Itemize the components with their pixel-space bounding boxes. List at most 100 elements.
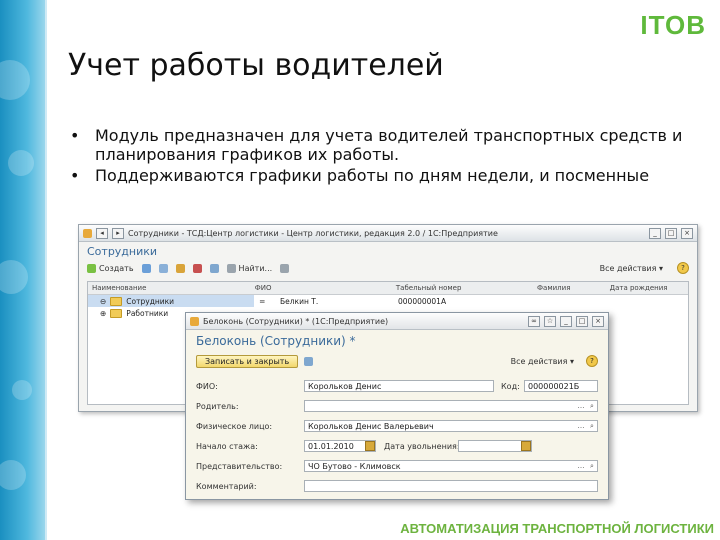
- select-dots-icon[interactable]: …: [576, 461, 586, 471]
- move-icon[interactable]: [209, 263, 219, 273]
- save-and-close-button[interactable]: Записать и закрыть: [196, 354, 299, 368]
- window-title: Сотрудники - ТСД:Центр логистики - Центр…: [128, 228, 498, 238]
- expand-icon[interactable]: ⊖: [100, 297, 106, 306]
- folder-add-icon[interactable]: [158, 263, 168, 273]
- division-label: Представительство:: [196, 461, 283, 471]
- fio-field[interactable]: Корольков Денис: [304, 380, 494, 392]
- calendar-icon[interactable]: [365, 441, 375, 451]
- maximize-icon[interactable]: □: [665, 227, 677, 239]
- comment-row: Комментарий:: [196, 479, 257, 493]
- start-row: Начало стажа:: [196, 439, 258, 453]
- column-header[interactable]: Наименование: [88, 284, 251, 292]
- column-header[interactable]: Фамилия: [533, 284, 606, 292]
- table-row[interactable]: ═ Белкин Т. 000000001А: [256, 295, 688, 307]
- zoom-icon[interactable]: [280, 263, 290, 273]
- row-code: 000000001А: [398, 296, 447, 306]
- minimize-icon[interactable]: _: [649, 227, 661, 239]
- search-icon: [226, 263, 236, 273]
- calendar-icon[interactable]: [521, 441, 531, 451]
- end-row: Дата увольнения:: [384, 439, 460, 453]
- column-header[interactable]: Дата рождения: [606, 284, 688, 292]
- left-decorative-bar: [0, 0, 47, 540]
- app-icon: [190, 316, 199, 326]
- person-row: Физическое лицо:: [196, 419, 272, 433]
- delete-icon[interactable]: [192, 263, 202, 273]
- parent-label: Родитель:: [196, 401, 239, 411]
- form-header: Белоконь (Сотрудники) *: [196, 334, 356, 348]
- decor-bubble: [12, 380, 32, 400]
- code-row: Код:: [501, 379, 520, 393]
- bullet-dot: •: [70, 126, 80, 145]
- tree-item-employees[interactable]: ⊖ Сотрудники: [88, 295, 254, 307]
- find-button[interactable]: Найти...: [226, 263, 273, 273]
- fio-label: ФИО:: [196, 381, 218, 391]
- back-arrow-icon[interactable]: ◂: [96, 227, 108, 239]
- all-actions-menu[interactable]: Все действия ▾: [511, 357, 574, 366]
- bullet-list: • Модуль предназначен для учета водителе…: [70, 126, 690, 187]
- brand-logo: ITOB: [640, 10, 706, 40]
- link-icon[interactable]: ∞: [528, 315, 540, 327]
- close-icon[interactable]: ×: [592, 315, 604, 327]
- open-search-icon[interactable]: ⌕: [587, 401, 597, 411]
- parent-row: Родитель:: [196, 399, 239, 413]
- decor-bubble: [0, 60, 30, 100]
- comment-label: Комментарий:: [196, 481, 257, 491]
- window-titlebar: ◂ ▸ Сотрудники - ТСД:Центр логистики - Ц…: [79, 225, 697, 242]
- end-label: Дата увольнения:: [384, 441, 460, 451]
- select-dots-icon[interactable]: …: [576, 401, 586, 411]
- help-icon[interactable]: ?: [586, 355, 598, 367]
- bullet-item: • Поддерживаются графики работы по дням …: [70, 166, 690, 185]
- division-field[interactable]: ЧО Бутово - Климовск: [304, 460, 598, 472]
- start-label: Начало стажа:: [196, 441, 258, 451]
- copy-icon[interactable]: [141, 263, 151, 273]
- tree-item-label: Сотрудники: [126, 296, 175, 306]
- footer-tagline: АВТОМАТИЗАЦИЯ ТРАНСПОРТНОЙ ЛОГИСТИКИ: [400, 521, 714, 536]
- column-header[interactable]: ФИО: [251, 284, 392, 292]
- code-field[interactable]: 000000021Б: [524, 380, 598, 392]
- row-marker-icon: ═: [260, 296, 265, 306]
- form-toolbar: Записать и закрыть Все действия ▾ ?: [186, 352, 608, 370]
- slide-title: Учет работы водителей: [68, 48, 444, 83]
- decor-bubble: [8, 150, 34, 176]
- window-title: Белоконь (Сотрудники) * (1С:Предприятие): [203, 316, 389, 326]
- create-button[interactable]: Создать: [87, 263, 134, 273]
- list-header: Сотрудники: [87, 244, 158, 258]
- select-dots-icon[interactable]: …: [576, 421, 586, 431]
- forward-arrow-icon[interactable]: ▸: [112, 227, 124, 239]
- maximize-icon[interactable]: □: [576, 315, 588, 327]
- window-titlebar: Белоконь (Сотрудники) * (1С:Предприятие)…: [186, 313, 608, 330]
- find-label: Найти...: [238, 263, 273, 273]
- employee-form-window: Белоконь (Сотрудники) * (1С:Предприятие)…: [185, 312, 609, 500]
- bullet-text: Поддерживаются графики работы по дням не…: [95, 166, 650, 185]
- folder-icon: [110, 296, 123, 306]
- column-header[interactable]: Табельный номер: [392, 284, 533, 292]
- open-search-icon[interactable]: ⌕: [587, 421, 597, 431]
- decor-bubble: [0, 260, 28, 294]
- list-rows: ═ Белкин Т. 000000001А: [256, 295, 688, 307]
- comment-field[interactable]: [304, 480, 598, 492]
- bullet-item: • Модуль предназначен для учета водителе…: [70, 126, 690, 164]
- bullet-text: Модуль предназначен для учета водителей …: [95, 126, 683, 164]
- plus-icon: [87, 263, 96, 273]
- open-search-icon[interactable]: ⌕: [587, 461, 597, 471]
- help-icon[interactable]: ?: [677, 262, 689, 274]
- create-label: Создать: [99, 263, 134, 273]
- row-name: Белкин Т.: [280, 296, 319, 306]
- parent-field[interactable]: [304, 400, 598, 412]
- close-icon[interactable]: ×: [681, 227, 693, 239]
- fio-row: ФИО:: [196, 379, 218, 393]
- bullet-dot: •: [70, 166, 80, 185]
- favorite-icon[interactable]: ☆: [544, 315, 556, 327]
- all-actions-menu[interactable]: Все действия ▾: [600, 264, 663, 273]
- division-row: Представительство:: [196, 459, 282, 473]
- expand-icon[interactable]: ⊕: [100, 309, 106, 318]
- person-field[interactable]: Корольков Денис Валерьевич: [304, 420, 598, 432]
- save-icon[interactable]: [304, 356, 314, 366]
- grid-header: Наименование ФИО Табельный номер Фамилия…: [88, 282, 688, 295]
- edit-icon[interactable]: [175, 263, 185, 273]
- person-label: Физическое лицо:: [196, 421, 273, 431]
- decor-bubble: [0, 460, 26, 490]
- list-toolbar: Создать Найти... Все действия ▾ ?: [79, 260, 697, 276]
- minimize-icon[interactable]: _: [560, 315, 572, 327]
- code-label: Код:: [501, 381, 520, 391]
